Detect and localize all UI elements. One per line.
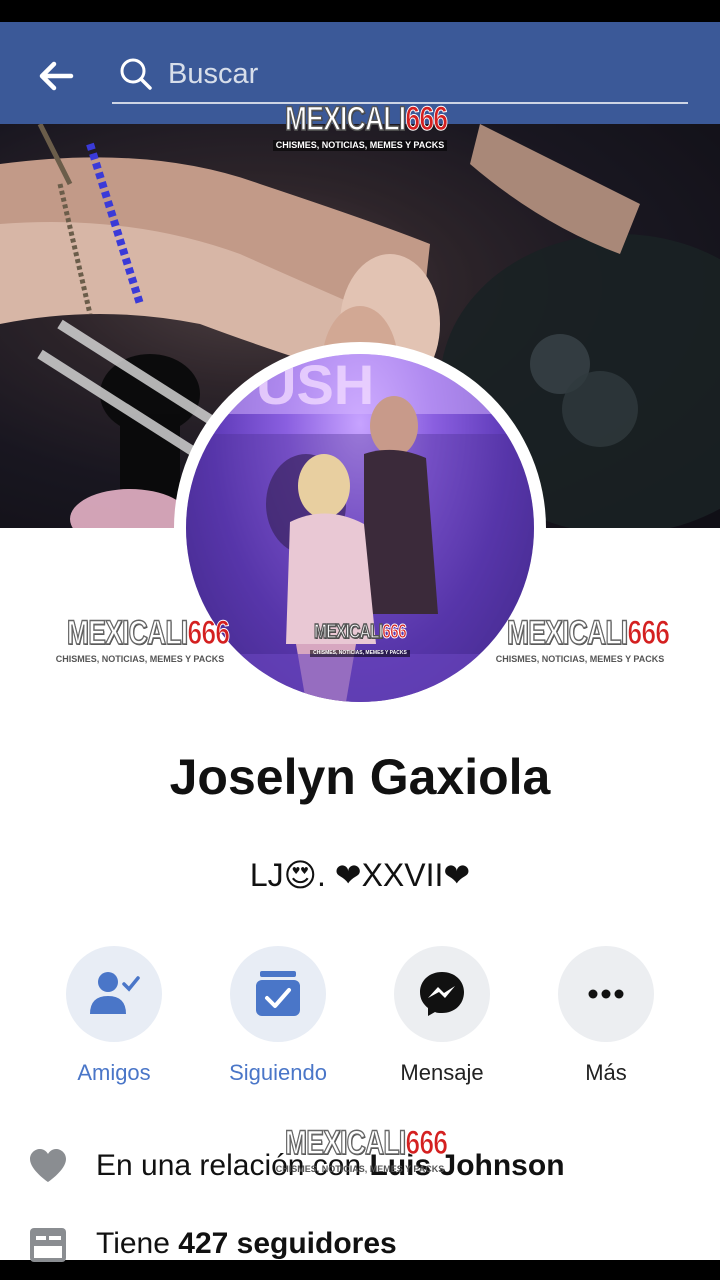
search-icon bbox=[112, 50, 160, 98]
more-label: Más bbox=[585, 1060, 627, 1085]
watermark-tagline: CHISMES, NOTICIAS, MEMES Y PACKS bbox=[55, 654, 225, 664]
person-check-icon bbox=[90, 972, 140, 1014]
inbox-check-icon bbox=[256, 971, 300, 1016]
rss-card-icon bbox=[0, 1224, 96, 1264]
watermark-brand-a: MEXICALI bbox=[313, 621, 383, 643]
followers-row[interactable]: Tiene 427 seguidores bbox=[0, 1214, 720, 1274]
heart-icon bbox=[0, 1148, 96, 1184]
watermark-tagline: CHISMES, NOTICIAS, MEMES Y PACKS bbox=[495, 654, 665, 664]
watermark-logo: MEXICALI666 CHISMES, NOTICIAS, MEMES Y P… bbox=[300, 621, 420, 658]
search-bar[interactable] bbox=[112, 46, 688, 104]
friends-label: Amigos bbox=[77, 1060, 151, 1085]
back-button[interactable] bbox=[30, 54, 82, 98]
watermark-tagline: CHISMES, NOTICIAS, MEMES Y PACKS bbox=[272, 140, 448, 151]
more-dots-icon bbox=[588, 989, 624, 999]
followers-prefix: Tiene bbox=[96, 1227, 179, 1260]
watermark-logo: MEXICALI666 CHISMES, NOTICIAS, MEMES Y P… bbox=[484, 614, 676, 666]
watermark-brand-a: MEXICALI bbox=[284, 1124, 406, 1162]
watermark-brand-b: 666 bbox=[382, 621, 407, 643]
message-button[interactable]: Mensaje bbox=[360, 946, 524, 1086]
followers-count: 427 seguidores bbox=[178, 1227, 397, 1260]
messenger-icon bbox=[420, 972, 464, 1016]
friends-button[interactable]: Amigos bbox=[32, 946, 196, 1086]
watermark-brand-a: MEXICALI bbox=[66, 614, 188, 652]
arrow-left-icon bbox=[39, 61, 74, 91]
watermark-brand-b: 666 bbox=[405, 1124, 448, 1162]
watermark-logo: MEXICALI666 CHISMES, NOTICIAS, MEMES Y P… bbox=[262, 100, 458, 152]
watermark-tagline: CHISMES, NOTICIAS, MEMES Y PACKS bbox=[275, 1164, 445, 1174]
followers-text: Tiene 427 seguidores bbox=[96, 1227, 397, 1261]
watermark-brand-b: 666 bbox=[627, 614, 670, 652]
watermark-brand-b: 666 bbox=[187, 614, 230, 652]
watermark-logo: MEXICALI666 CHISMES, NOTICIAS, MEMES Y P… bbox=[262, 1124, 458, 1176]
following-label: Siguiendo bbox=[229, 1060, 327, 1085]
watermark-brand-a: MEXICALI bbox=[506, 614, 628, 652]
profile-name: Joselyn Gaxiola bbox=[169, 749, 551, 805]
following-button[interactable]: Siguiendo bbox=[196, 946, 360, 1086]
more-button[interactable]: Más bbox=[524, 946, 688, 1086]
message-label: Mensaje bbox=[400, 1060, 484, 1085]
watermark-brand-a: MEXICALI bbox=[284, 100, 406, 138]
watermark-tagline: CHISMES, NOTICIAS, MEMES Y PACKS bbox=[310, 650, 410, 657]
watermark-logo: MEXICALI666 CHISMES, NOTICIAS, MEMES Y P… bbox=[44, 614, 236, 666]
search-input[interactable] bbox=[160, 46, 688, 102]
status-bar bbox=[0, 0, 720, 22]
profile-bio: LJ😍. ❤XXVII❤ bbox=[249, 857, 471, 893]
watermark-brand-b: 666 bbox=[405, 100, 448, 138]
